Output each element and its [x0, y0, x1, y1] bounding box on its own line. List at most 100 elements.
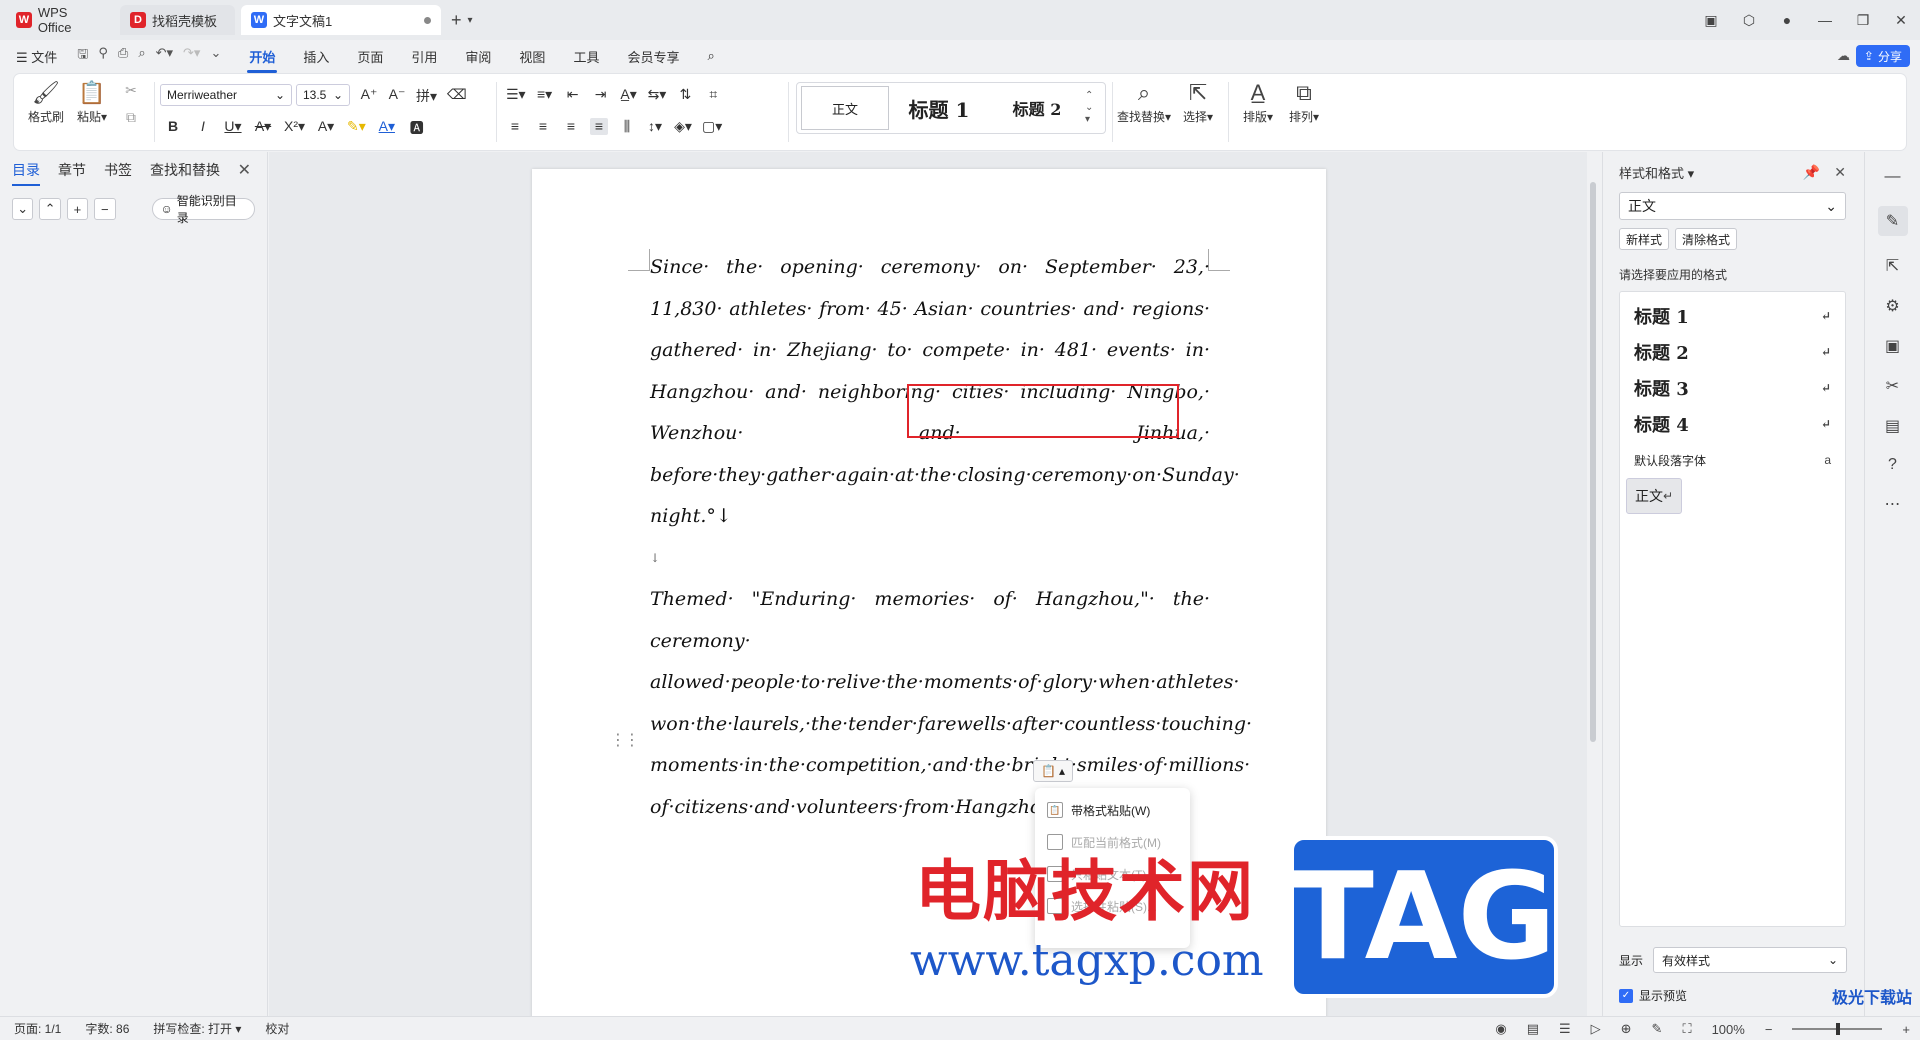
- nav-tab-sections[interactable]: 章节: [58, 160, 86, 180]
- pen-icon[interactable]: ✎: [1652, 1021, 1663, 1037]
- search-icon[interactable]: ⌕: [707, 48, 714, 64]
- find-replace-button[interactable]: ⌕ 查找替换▾: [1114, 78, 1174, 125]
- select-button[interactable]: ⇱ 选择▾: [1176, 78, 1220, 125]
- tab-member[interactable]: 会员专享: [627, 47, 679, 66]
- play-icon[interactable]: ▷: [1591, 1021, 1601, 1037]
- cube-icon[interactable]: ⬡: [1730, 12, 1768, 29]
- align-right-icon[interactable]: ≡: [562, 118, 580, 135]
- close-icon[interactable]: ✕: [1834, 164, 1846, 181]
- align-left-icon[interactable]: ≡: [506, 118, 524, 135]
- print-icon[interactable]: ⎙: [118, 45, 128, 67]
- chinese-layout-icon[interactable]: A̲▾: [620, 86, 638, 103]
- add-level-button[interactable]: +: [66, 198, 89, 220]
- tab-page[interactable]: 页面: [357, 47, 383, 66]
- smart-toc-button[interactable]: ☺ 智能识别目录: [151, 194, 256, 225]
- nav-tab-toc[interactable]: 目录: [12, 160, 40, 186]
- styles-panel-title[interactable]: 样式和格式 ▾: [1619, 163, 1694, 182]
- tab-document[interactable]: W 文字文稿1: [241, 5, 441, 35]
- tab-review[interactable]: 审阅: [465, 47, 491, 66]
- vertical-scrollbar[interactable]: [1587, 152, 1601, 1016]
- arrange-button[interactable]: ⧉ 排列▾: [1282, 78, 1326, 125]
- cloud-icon[interactable]: ☁: [1837, 48, 1850, 64]
- outline-view-icon[interactable]: ☰: [1559, 1021, 1571, 1037]
- word-count[interactable]: 字数: 86: [85, 1020, 129, 1037]
- unsaved-dot-icon[interactable]: [424, 16, 431, 24]
- paste-keep-format[interactable]: 📋 带格式粘贴(W): [1035, 794, 1190, 826]
- style-item-heading-2[interactable]: 标题 2 ↵: [1626, 334, 1839, 370]
- justify-icon[interactable]: ≡: [590, 118, 608, 135]
- cut-icon[interactable]: ✂: [122, 82, 140, 99]
- style-item-normal[interactable]: 正文 ↵: [1626, 478, 1683, 514]
- show-filter-select[interactable]: 有效样式 ⌄: [1653, 947, 1848, 973]
- tab-wps-office[interactable]: W WPS Office: [6, 5, 114, 35]
- page-indicator[interactable]: 页面: 1/1: [14, 1020, 61, 1037]
- bold-icon[interactable]: B: [164, 118, 182, 138]
- avatar[interactable]: ●: [1768, 12, 1806, 28]
- text-effect-icon[interactable]: A▾: [317, 118, 335, 138]
- strikethrough-icon[interactable]: A▾: [254, 118, 272, 138]
- style-normal[interactable]: 正文: [801, 86, 889, 130]
- scrollbar-thumb[interactable]: [1590, 182, 1596, 742]
- empty-paragraph[interactable]: ↓: [650, 538, 1210, 580]
- tab-home[interactable]: 开始: [247, 47, 278, 73]
- new-tab-button[interactable]: + ▾: [451, 10, 473, 31]
- redo-icon[interactable]: ↷▾: [183, 45, 200, 67]
- style-item-heading-3[interactable]: 标题 3 ↵: [1626, 370, 1839, 406]
- style-heading-1[interactable]: 标题 1: [889, 86, 989, 130]
- collapse-button[interactable]: ⌃: [39, 198, 61, 220]
- zoom-out-icon[interactable]: −: [1765, 1022, 1773, 1037]
- italic-icon[interactable]: I: [194, 118, 212, 138]
- style-item-heading-1[interactable]: 标题 1 ↵: [1626, 298, 1839, 334]
- copy-icon[interactable]: ⧉: [122, 109, 140, 126]
- line-spacing-icon[interactable]: ↕▾: [646, 118, 664, 135]
- link-icon[interactable]: ⚲: [98, 45, 108, 67]
- show-preview-checkbox[interactable]: ✓ 显示预览: [1619, 987, 1687, 1004]
- document-body[interactable]: Since· the· opening· ceremony· on· Septe…: [650, 247, 1252, 828]
- file-menu[interactable]: ☰ 文件: [16, 47, 57, 66]
- spell-check[interactable]: 拼写检查: 打开 ▾: [153, 1020, 241, 1037]
- paste-options-button[interactable]: 📋 ▴: [1033, 760, 1073, 782]
- help-icon[interactable]: ?: [1888, 456, 1897, 474]
- format-painter-button[interactable]: 🖌 格式刷: [24, 78, 68, 125]
- fit-page-icon[interactable]: ⛶: [1682, 1021, 1691, 1037]
- phonetic-icon[interactable]: 拼▾: [416, 86, 437, 106]
- pin-icon[interactable]: 📌: [1803, 164, 1820, 181]
- tab-insert[interactable]: 插入: [303, 47, 329, 66]
- gallery-scroll-icon[interactable]: ⌃ ⌄ ▾: [1085, 90, 1093, 126]
- tab-tools[interactable]: 工具: [573, 47, 599, 66]
- expand-all-button[interactable]: ⌄: [12, 198, 34, 220]
- shrink-font-icon[interactable]: A⁻: [388, 86, 406, 106]
- new-style-button[interactable]: 新样式: [1619, 228, 1670, 250]
- page-view-icon[interactable]: ▤: [1527, 1021, 1539, 1037]
- font-color-icon[interactable]: A▾: [378, 118, 396, 138]
- char-border-icon[interactable]: 🅰: [408, 118, 426, 138]
- paste-button[interactable]: 📋 粘贴▾: [70, 78, 114, 125]
- styles-pen-icon[interactable]: ✎: [1877, 206, 1908, 236]
- style-item-default-font[interactable]: 默认段落字体 a: [1626, 442, 1839, 478]
- grow-font-icon[interactable]: A⁺: [360, 86, 378, 106]
- zoom-level[interactable]: 100%: [1712, 1022, 1745, 1037]
- clear-format-icon[interactable]: ⌫: [447, 86, 467, 106]
- minimize-button[interactable]: —: [1806, 12, 1844, 28]
- font-name-select[interactable]: Merriweather ⌄: [160, 84, 292, 106]
- show-marks-icon[interactable]: ⌗: [704, 86, 722, 103]
- underline-icon[interactable]: U▾: [224, 118, 242, 138]
- share-button[interactable]: ⇪ 分享: [1855, 45, 1910, 67]
- save-icon[interactable]: 🖫: [77, 45, 88, 67]
- remove-level-button[interactable]: −: [94, 198, 116, 220]
- tools-icon[interactable]: ✂: [1886, 376, 1899, 396]
- more-icon[interactable]: ⋯: [1885, 494, 1901, 514]
- web-view-icon[interactable]: ⊕: [1621, 1021, 1632, 1037]
- align-center-icon[interactable]: ≡: [534, 118, 552, 135]
- undo-icon[interactable]: ↶▾: [156, 45, 173, 67]
- nav-tab-bookmarks[interactable]: 书签: [104, 160, 132, 180]
- restore-button[interactable]: ❐: [1844, 12, 1882, 29]
- sidebar-toggle-icon[interactable]: ▣: [1692, 12, 1730, 29]
- zoom-slider[interactable]: [1792, 1023, 1883, 1035]
- numbered-list-icon[interactable]: ≡▾: [536, 86, 554, 103]
- book-icon[interactable]: ▤: [1885, 416, 1900, 436]
- sort-direction-icon[interactable]: ⇆▾: [648, 86, 667, 103]
- decrease-indent-icon[interactable]: ⇤: [564, 86, 582, 103]
- drag-handle-icon[interactable]: ⋮⋮: [610, 730, 640, 750]
- eye-icon[interactable]: ◉: [1495, 1021, 1506, 1037]
